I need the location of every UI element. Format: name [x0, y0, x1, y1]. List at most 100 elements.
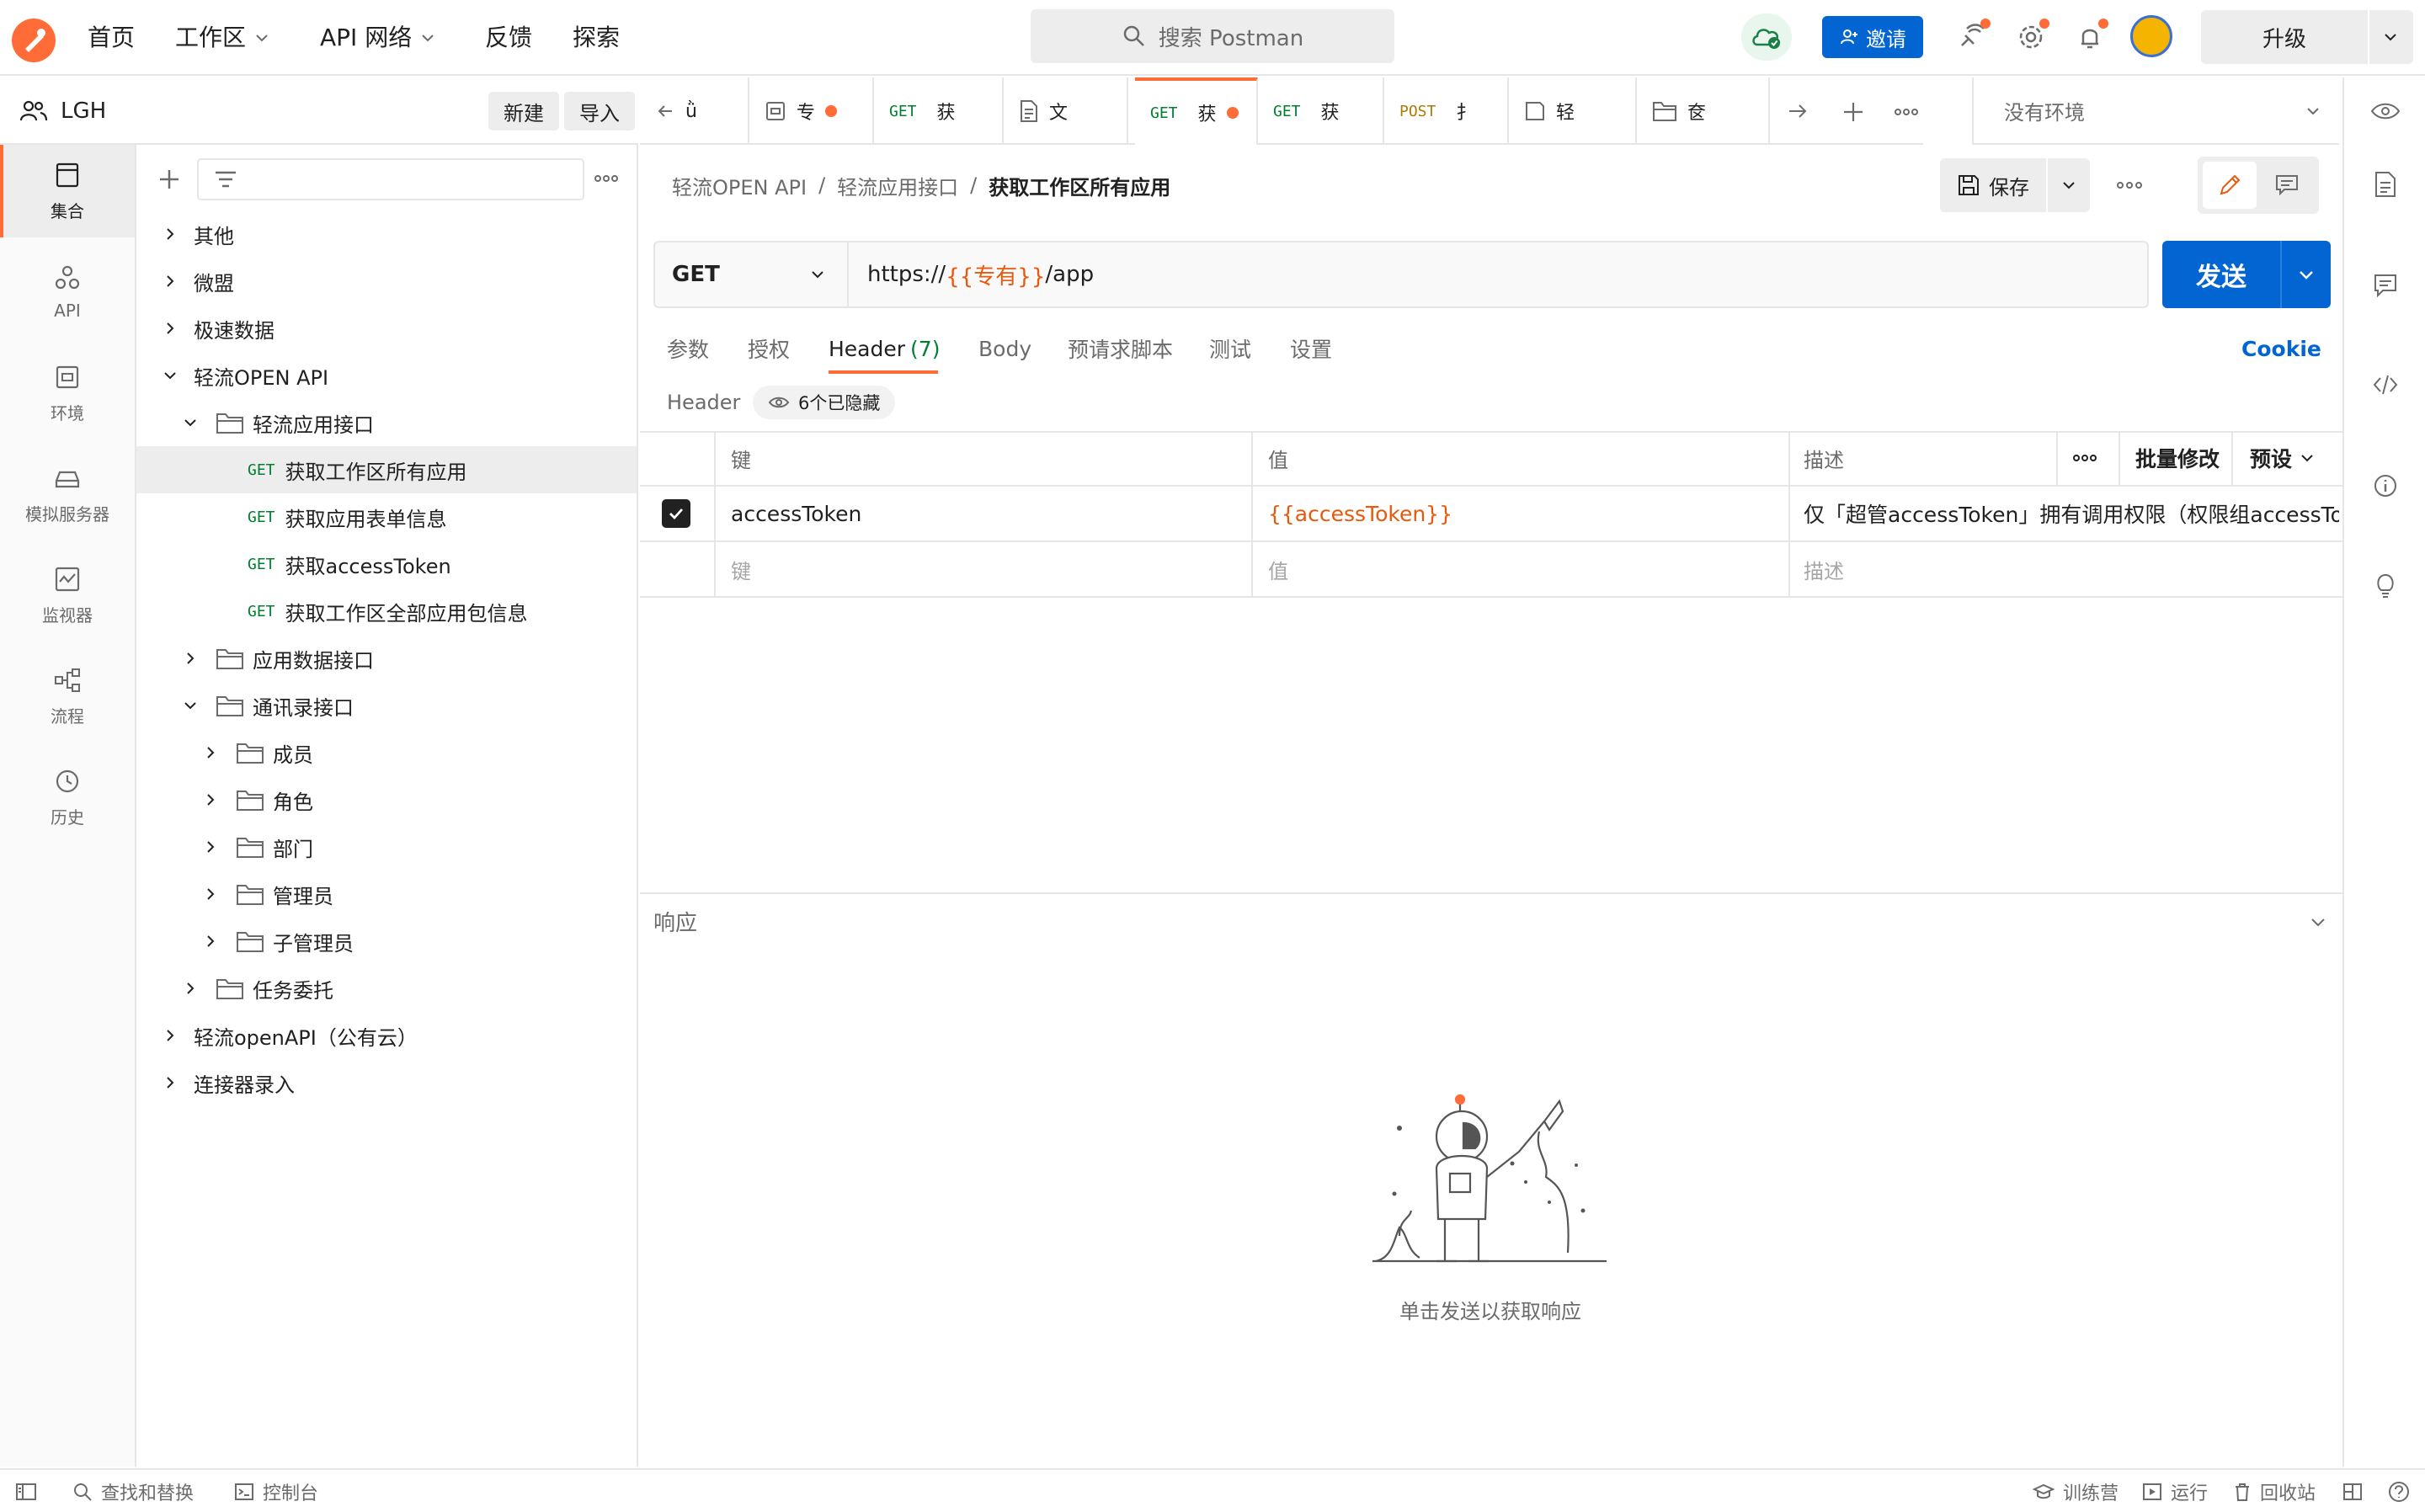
info-icon[interactable] — [2364, 465, 2406, 507]
tree-folder[interactable]: 任务委托 — [136, 965, 637, 1012]
header-key-cell[interactable]: accessToken — [731, 487, 861, 540]
bell-icon[interactable] — [2070, 17, 2110, 57]
tab-params[interactable]: 参数 — [667, 332, 709, 365]
tree-request-selected[interactable]: GET 获取工作区所有应用 — [136, 446, 637, 493]
new-value-input[interactable]: 值 — [1268, 542, 1288, 596]
rail-monitors[interactable]: 监视器 — [0, 549, 135, 642]
layout-icon[interactable] — [2342, 1477, 2363, 1507]
avatar[interactable] — [2130, 15, 2172, 57]
cookies-link[interactable]: Cookie — [2241, 332, 2321, 365]
add-icon[interactable] — [157, 167, 182, 192]
comment-mode-button[interactable] — [2260, 162, 2314, 209]
response-divider[interactable] — [640, 892, 2344, 894]
bulk-edit-button[interactable]: 批量修改 — [2135, 431, 2220, 485]
arrow-right-icon[interactable] — [1787, 101, 1809, 121]
trash-button[interactable]: 回收站 — [2233, 1477, 2316, 1507]
toggle-sidebar-icon[interactable] — [15, 1477, 37, 1507]
tree-collection[interactable]: 轻流openAPI（公有云） — [136, 1012, 637, 1059]
save-dropdown[interactable] — [2048, 158, 2090, 212]
rail-api[interactable]: API — [0, 246, 135, 338]
tab-active[interactable]: GET 获 — [1135, 77, 1258, 145]
help-icon[interactable] — [2388, 1477, 2410, 1507]
tree-folder[interactable]: 轻流应用接口 — [136, 399, 637, 446]
runner-button[interactable]: 运行 — [2142, 1477, 2208, 1507]
header-description-cell[interactable]: 仅「超管accessToken」拥有调用权限（权限组accessTo... — [1804, 487, 2339, 540]
tab[interactable]: GET 获 — [874, 77, 1004, 145]
documentation-icon[interactable] — [2364, 163, 2406, 205]
send-dropdown[interactable] — [2282, 241, 2331, 308]
tab-pre-request-script[interactable]: 预请求脚本 — [1068, 332, 1173, 365]
console-button[interactable]: 控制台 — [234, 1477, 318, 1507]
global-search[interactable]: 搜索 Postman — [1031, 9, 1394, 63]
chevron-down-icon[interactable] — [2381, 28, 2400, 46]
tree-collection[interactable]: 连接器录入 — [136, 1059, 637, 1106]
filter-input[interactable] — [197, 158, 584, 200]
column-options[interactable] — [2071, 431, 2098, 485]
nav-api-network[interactable]: API 网络 — [320, 20, 437, 56]
save-button[interactable]: 保存 — [1940, 158, 2046, 212]
tab[interactable]: 轻 — [1509, 77, 1637, 145]
postman-logo[interactable] — [12, 19, 56, 62]
send-button[interactable]: 发送 — [2162, 241, 2280, 308]
more-icon[interactable] — [2115, 177, 2144, 194]
chevron-down-icon[interactable] — [2305, 909, 2331, 934]
settings-icon[interactable] — [2011, 17, 2051, 57]
lightbulb-icon[interactable] — [2364, 564, 2406, 606]
comments-icon[interactable] — [2364, 264, 2406, 306]
tree-folder[interactable]: 应用数据接口 — [136, 635, 637, 682]
edit-mode-button[interactable] — [2203, 162, 2257, 209]
tree-folder[interactable]: 角色 — [136, 776, 637, 823]
url-input[interactable]: https://{{专有}}/app — [867, 242, 1094, 306]
tree-folder[interactable]: 成员 — [136, 729, 637, 776]
tree-folder[interactable]: 部门 — [136, 823, 637, 870]
nav-feedback[interactable]: 反馈 — [485, 20, 532, 56]
tree-collection[interactable]: 其他 — [136, 210, 637, 258]
tab-tests[interactable]: 测试 — [1209, 332, 1251, 365]
tab-body[interactable]: Body — [978, 332, 1031, 365]
environment-selector[interactable]: 没有环境 — [1972, 77, 2339, 145]
header-row-checkbox[interactable] — [662, 487, 690, 540]
hidden-headers-toggle[interactable]: 6个已隐藏 — [753, 386, 896, 419]
rail-mock-servers[interactable]: 模拟服务器 — [0, 448, 135, 540]
header-value-cell[interactable]: {{accessToken}} — [1268, 487, 1452, 540]
rail-environments[interactable]: 环境 — [0, 347, 135, 439]
tab[interactable]: ǜ — [640, 77, 749, 145]
tree-folder[interactable]: 通讯录接口 — [136, 682, 637, 729]
satellite-icon[interactable] — [1952, 17, 1992, 57]
tab-auth[interactable]: 授权 — [748, 332, 790, 365]
presets-dropdown[interactable]: 预设 — [2250, 431, 2316, 485]
method-select[interactable]: GET — [655, 242, 849, 306]
tree-folder[interactable]: 管理员 — [136, 870, 637, 918]
find-replace-button[interactable]: 查找和替换 — [72, 1477, 194, 1507]
nav-workspaces[interactable]: 工作区 — [175, 20, 271, 56]
tree-request[interactable]: GET 获取工作区全部应用包信息 — [136, 588, 637, 635]
tab[interactable]: 专 — [749, 77, 874, 145]
bootcamp-button[interactable]: 训练营 — [2033, 1477, 2119, 1507]
tree-request[interactable]: GET 获取accessToken — [136, 540, 637, 588]
new-key-input[interactable]: 键 — [731, 542, 751, 596]
more-icon[interactable] — [593, 170, 620, 187]
eye-icon[interactable] — [2364, 90, 2406, 132]
tab-settings[interactable]: 设置 — [1290, 332, 1332, 365]
more-icon[interactable] — [1893, 104, 1920, 120]
workspace-name[interactable]: LGH — [19, 94, 106, 128]
tab[interactable]: 奁 — [1637, 77, 1770, 145]
tab-headers[interactable]: Header (7) — [829, 332, 940, 365]
tree-folder[interactable]: 子管理员 — [136, 918, 637, 965]
new-tab-icon[interactable] — [1842, 101, 1864, 123]
rail-history[interactable]: 历史 — [0, 751, 135, 844]
tree-collection[interactable]: 微盟 — [136, 258, 637, 305]
tab[interactable]: 文 — [1004, 77, 1128, 145]
code-icon[interactable] — [2364, 364, 2406, 406]
nav-home[interactable]: 首页 — [88, 20, 135, 56]
breadcrumb-collection[interactable]: 轻流OPEN API — [672, 171, 807, 200]
nav-explore[interactable]: 探索 — [573, 20, 620, 56]
invite-button[interactable]: 邀请 — [1822, 16, 1923, 58]
tree-collection[interactable]: 轻流OPEN API — [136, 352, 637, 399]
tree-request[interactable]: GET 获取应用表单信息 — [136, 493, 637, 540]
upgrade-button[interactable]: 升级 — [2201, 10, 2413, 64]
new-button[interactable]: 新建 — [488, 92, 559, 130]
new-description-input[interactable]: 描述 — [1804, 542, 1844, 596]
breadcrumb-request[interactable]: 获取工作区所有应用 — [989, 171, 1170, 200]
sync-status-icon[interactable] — [1741, 13, 1792, 61]
